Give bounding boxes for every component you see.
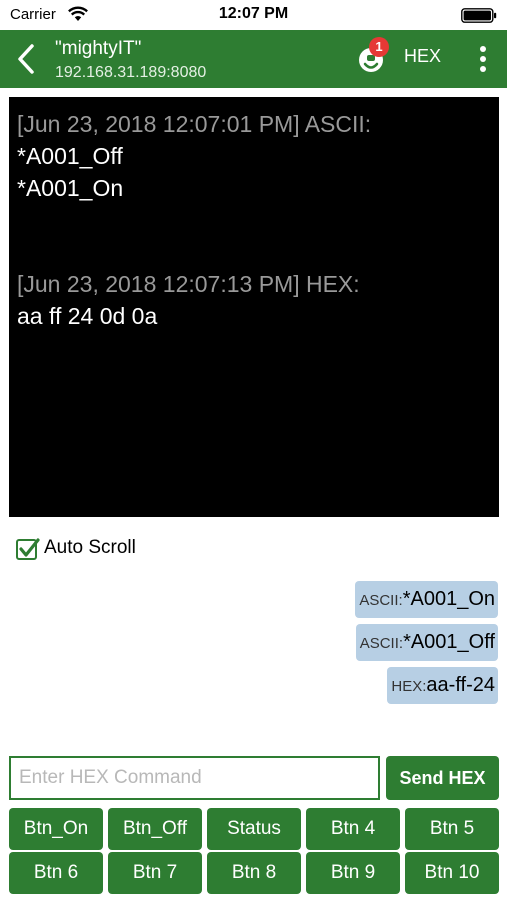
history-chip-type: HEX: [391, 678, 427, 695]
notification-badge: 1 [369, 37, 389, 57]
nav-bar: "mightyIT" 192.168.31.189:8080 1 HEX [0, 30, 507, 88]
console-output[interactable]: [Jun 23, 2018 12:07:01 PM] ASCII: *A001_… [9, 97, 499, 517]
history-chip[interactable]: ASCII:*A001_Off [355, 624, 498, 661]
quick-button-5[interactable]: Btn 5 [405, 808, 499, 850]
quick-button-btn-off[interactable]: Btn_Off [108, 808, 202, 850]
send-hex-button[interactable]: Send HEX [386, 756, 499, 800]
hex-command-input[interactable] [9, 756, 380, 800]
history-chip-type: ASCII: [359, 592, 403, 609]
quick-button-10[interactable]: Btn 10 [405, 852, 499, 894]
history-chip[interactable]: HEX:aa-ff-24 [387, 667, 498, 704]
status-bar: Carrier 12:07 PM [0, 0, 507, 30]
quick-button-btn-on[interactable]: Btn_On [9, 808, 103, 850]
quick-button-6[interactable]: Btn 6 [9, 852, 103, 894]
console-message-line: *A001_On [17, 175, 124, 201]
quick-button-7[interactable]: Btn 7 [108, 852, 202, 894]
history-chip-type: ASCII: [359, 635, 404, 652]
back-chevron-icon[interactable] [10, 40, 44, 78]
history-chip-value: *A001_On [402, 588, 495, 610]
clock: 12:07 PM [218, 5, 289, 22]
quick-button-status[interactable]: Status [207, 808, 301, 850]
quick-button-4[interactable]: Btn 4 [306, 808, 400, 850]
history-chip-value: aa-ff-24 [426, 674, 495, 696]
battery-icon [461, 8, 497, 23]
hex-mode-toggle[interactable]: HEX [404, 46, 441, 67]
history-chip[interactable]: ASCII:*A001_On [355, 581, 498, 618]
checkbox-checked-icon[interactable] [16, 537, 40, 561]
device-name: "mightyIT" [55, 38, 142, 59]
console-message-line: aa ff 24 0d 0a [17, 303, 158, 329]
console-timestamp-line: [Jun 23, 2018 12:07:13 PM] HEX: [17, 271, 360, 297]
console-message-line: *A001_Off [17, 143, 123, 169]
device-address: 192.168.31.189:8080 [55, 64, 207, 81]
history-chip-value: *A001_Off [403, 631, 495, 653]
more-options-icon[interactable] [472, 42, 494, 76]
quick-button-9[interactable]: Btn 9 [306, 852, 400, 894]
quick-button-8[interactable]: Btn 8 [207, 852, 301, 894]
console-timestamp-line: [Jun 23, 2018 12:07:01 PM] ASCII: [17, 111, 372, 137]
auto-scroll-label: Auto Scroll [44, 537, 136, 558]
